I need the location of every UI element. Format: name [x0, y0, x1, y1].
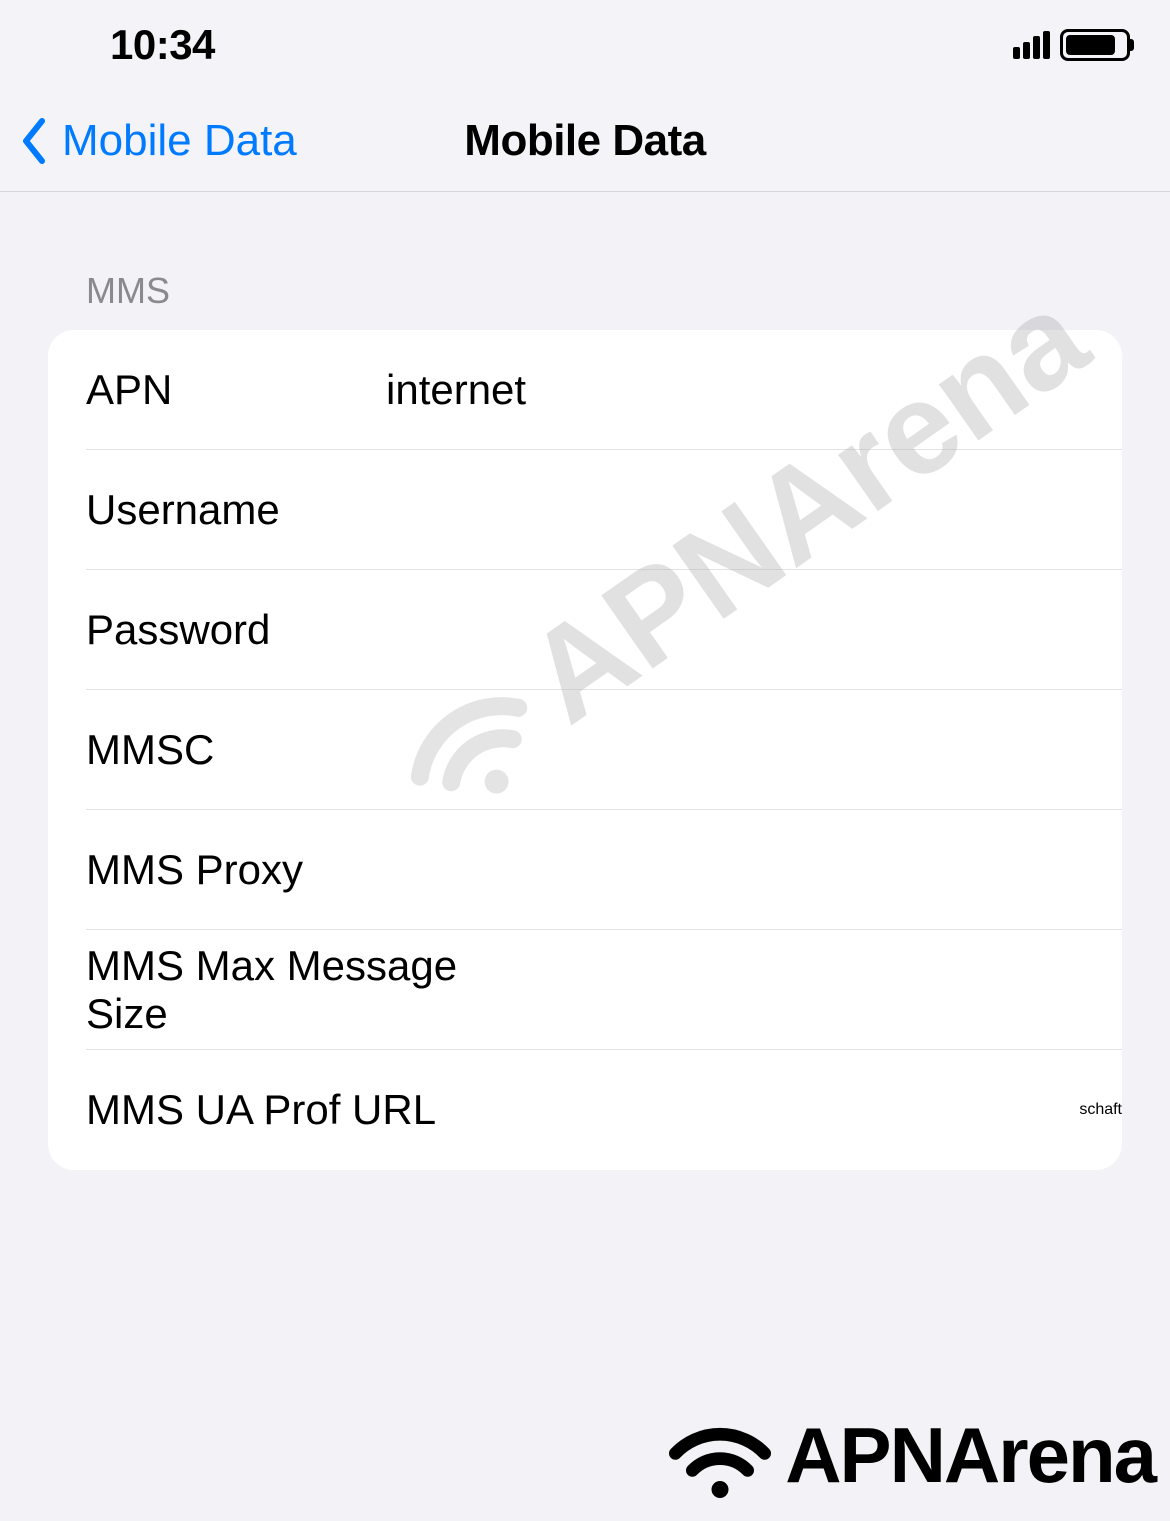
row-label-mms-proxy: MMS Proxy — [86, 846, 386, 894]
settings-group: APN Username Password MMSC MMS Proxy MMS… — [48, 330, 1122, 1170]
status-time: 10:34 — [110, 21, 215, 69]
input-mms-ua-prof-url[interactable] — [436, 1086, 1079, 1134]
nav-bar: Mobile Data Mobile Data — [0, 90, 1170, 192]
row-apn[interactable]: APN — [48, 330, 1122, 450]
row-password[interactable]: Password — [48, 570, 1122, 690]
row-mms-proxy[interactable]: MMS Proxy — [48, 810, 1122, 930]
chevron-left-icon — [20, 117, 48, 165]
row-username[interactable]: Username — [48, 450, 1122, 570]
status-icons — [1013, 29, 1130, 61]
input-apn[interactable] — [386, 366, 1122, 414]
row-label-mms-ua-prof-url: MMS UA Prof URL — [86, 1086, 436, 1134]
row-label-mms-max-size: MMS Max Message Size — [86, 942, 543, 1038]
wifi-icon — [665, 1413, 775, 1498]
row-label-mmsc: MMSC — [86, 726, 386, 774]
input-mms-max-size[interactable] — [543, 966, 1122, 1014]
battery-icon — [1060, 29, 1130, 61]
back-label: Mobile Data — [62, 116, 297, 166]
back-button[interactable]: Mobile Data — [0, 116, 297, 166]
status-bar: 10:34 — [0, 0, 1170, 90]
brand-text: APNArena — [785, 1410, 1155, 1501]
row-mmsc[interactable]: MMSC — [48, 690, 1122, 810]
row-label-password: Password — [86, 606, 386, 654]
input-password[interactable] — [386, 606, 1122, 654]
input-mms-proxy[interactable] — [386, 846, 1122, 894]
row-label-apn: APN — [86, 366, 386, 414]
row-mms-ua-prof-url[interactable]: MMS UA Prof URL schaft — [48, 1050, 1122, 1170]
content: MMS APN Username Password MMSC MMS Proxy… — [0, 192, 1170, 1170]
row-label-username: Username — [86, 486, 386, 534]
section-header-mms: MMS — [48, 192, 1122, 330]
brand-logo: APNArena — [665, 1410, 1155, 1501]
input-username[interactable] — [386, 486, 1122, 534]
input-mmsc[interactable] — [386, 726, 1122, 774]
cellular-signal-icon — [1013, 31, 1050, 59]
row-mms-max-size[interactable]: MMS Max Message Size — [48, 930, 1122, 1050]
nav-title: Mobile Data — [464, 116, 705, 166]
